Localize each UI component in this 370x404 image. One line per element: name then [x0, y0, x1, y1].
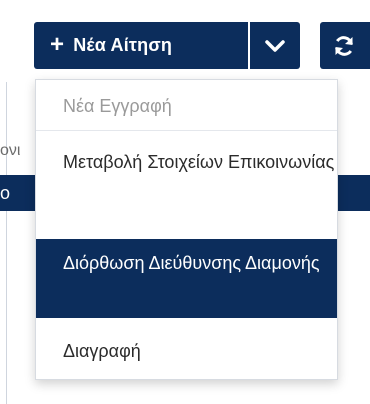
refresh-icon: [335, 35, 353, 56]
new-request-split-button: + Νέα Αίτηση: [34, 22, 300, 69]
page: ονι ο + Νέα Αίτηση Νέα Εγγραφή Μεταβολή …: [0, 0, 370, 404]
chevron-down-icon: [265, 39, 285, 52]
new-request-dropdown-menu: Νέα Εγγραφή Μεταβολή Στοιχείων Επικοινων…: [35, 79, 338, 380]
refresh-button[interactable]: [320, 22, 370, 69]
menu-item-change-contact-details[interactable]: Μεταβολή Στοιχείων Επικοινωνίας: [36, 148, 337, 218]
menu-item-delete[interactable]: Διαγραφή: [36, 337, 337, 371]
menu-header-new-registration: Νέα Εγγραφή: [63, 96, 172, 116]
background-row-text: ο: [0, 183, 11, 203]
plus-icon: +: [50, 30, 65, 58]
new-request-button[interactable]: + Νέα Αίτηση: [34, 22, 248, 69]
background-divider: [6, 82, 7, 404]
menu-divider: [36, 130, 337, 131]
new-request-label: Νέα Αίτηση: [73, 35, 173, 55]
background-clipped-text: ονι: [0, 142, 21, 159]
dropdown-toggle-button[interactable]: [250, 22, 300, 69]
menu-item-correct-residence-address[interactable]: Διόρθωση Διεύθυνσης Διαμονής: [36, 239, 337, 318]
